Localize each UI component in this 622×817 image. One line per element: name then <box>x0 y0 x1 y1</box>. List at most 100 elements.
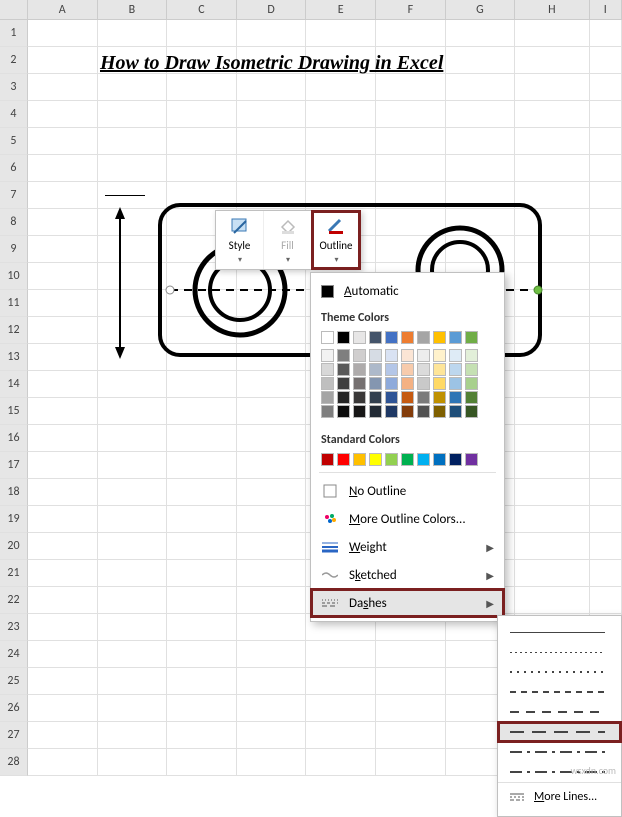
cell[interactable] <box>28 398 98 425</box>
cell[interactable] <box>167 425 237 452</box>
cell[interactable] <box>98 533 168 560</box>
col-header-f[interactable]: F <box>376 0 446 19</box>
color-swatch[interactable] <box>465 377 478 390</box>
color-swatch[interactable] <box>353 377 366 390</box>
row-header[interactable]: 5 <box>0 128 28 155</box>
color-swatch[interactable] <box>401 363 414 376</box>
color-swatch[interactable] <box>353 405 366 418</box>
row-header[interactable]: 23 <box>0 614 28 641</box>
cell[interactable] <box>98 425 168 452</box>
color-swatch[interactable] <box>465 453 478 466</box>
fill-button[interactable]: Fill▾ <box>264 211 312 269</box>
col-header-b[interactable]: B <box>98 0 168 19</box>
cell[interactable] <box>446 47 516 74</box>
cell[interactable] <box>98 74 168 101</box>
cell[interactable] <box>28 614 98 641</box>
cell[interactable] <box>28 344 98 371</box>
cell[interactable] <box>98 695 168 722</box>
dash-square-dot[interactable] <box>498 662 621 682</box>
cell[interactable] <box>98 506 168 533</box>
cell[interactable] <box>98 479 168 506</box>
col-header-e[interactable]: E <box>306 0 376 19</box>
cell[interactable] <box>167 614 237 641</box>
cell[interactable] <box>98 371 168 398</box>
row-header[interactable]: 27 <box>0 722 28 749</box>
cell[interactable] <box>167 101 237 128</box>
cell[interactable] <box>306 128 376 155</box>
cell[interactable] <box>590 20 622 47</box>
cell[interactable] <box>515 587 589 614</box>
cell[interactable] <box>446 128 516 155</box>
cell[interactable] <box>98 587 168 614</box>
dash-dash[interactable] <box>498 682 621 702</box>
color-swatch[interactable] <box>321 377 334 390</box>
cell[interactable] <box>237 398 307 425</box>
cell[interactable] <box>28 74 98 101</box>
cell[interactable] <box>376 668 446 695</box>
cell[interactable] <box>590 290 622 317</box>
cell[interactable] <box>590 452 622 479</box>
cell[interactable] <box>515 560 589 587</box>
color-swatch[interactable] <box>337 377 350 390</box>
col-header-h[interactable]: H <box>515 0 589 19</box>
color-swatch[interactable] <box>417 377 430 390</box>
cell[interactable] <box>446 20 516 47</box>
row-header[interactable]: 13 <box>0 344 28 371</box>
color-swatch[interactable] <box>385 453 398 466</box>
color-swatch[interactable] <box>385 363 398 376</box>
color-swatch[interactable] <box>465 391 478 404</box>
color-swatch[interactable] <box>449 377 462 390</box>
cell[interactable] <box>167 506 237 533</box>
row-header[interactable]: 15 <box>0 398 28 425</box>
cell[interactable] <box>237 155 307 182</box>
cell[interactable] <box>237 479 307 506</box>
dash-long-dash[interactable] <box>498 722 621 742</box>
cell[interactable] <box>237 533 307 560</box>
cell[interactable] <box>167 587 237 614</box>
cell[interactable] <box>237 425 307 452</box>
row-header[interactable]: 7 <box>0 182 28 209</box>
cell[interactable] <box>515 506 589 533</box>
color-swatch[interactable] <box>465 405 478 418</box>
cell[interactable] <box>167 695 237 722</box>
dash-long-dash-dot[interactable] <box>498 742 621 762</box>
cell[interactable] <box>98 668 168 695</box>
cell[interactable] <box>590 587 622 614</box>
row-header[interactable]: 25 <box>0 668 28 695</box>
cell[interactable] <box>98 641 168 668</box>
color-swatch[interactable] <box>353 331 366 344</box>
cell[interactable] <box>306 641 376 668</box>
cell[interactable] <box>28 155 98 182</box>
cell[interactable] <box>590 74 622 101</box>
color-swatch[interactable] <box>369 405 382 418</box>
color-swatch[interactable] <box>321 331 334 344</box>
row-header[interactable]: 10 <box>0 263 28 290</box>
cell[interactable] <box>515 398 589 425</box>
cell[interactable] <box>237 371 307 398</box>
color-swatch[interactable] <box>401 405 414 418</box>
sketched-item[interactable]: Sketched ▶ <box>311 561 504 589</box>
color-swatch[interactable] <box>321 349 334 362</box>
row-header[interactable]: 4 <box>0 101 28 128</box>
color-swatch[interactable] <box>385 331 398 344</box>
cell[interactable] <box>306 155 376 182</box>
cell[interactable] <box>167 749 237 776</box>
cell[interactable] <box>376 749 446 776</box>
row-header[interactable]: 17 <box>0 452 28 479</box>
dash-dash-dot[interactable] <box>498 702 621 722</box>
no-outline-item[interactable]: No Outline <box>311 477 504 505</box>
cell[interactable] <box>590 560 622 587</box>
cell[interactable] <box>515 155 589 182</box>
row-header[interactable]: 2 <box>0 47 28 74</box>
cell[interactable] <box>28 722 98 749</box>
cell[interactable] <box>376 155 446 182</box>
cell[interactable] <box>446 155 516 182</box>
color-swatch[interactable] <box>433 349 446 362</box>
cell[interactable] <box>515 101 589 128</box>
cell[interactable] <box>28 290 98 317</box>
color-swatch[interactable] <box>337 331 350 344</box>
color-swatch[interactable] <box>449 363 462 376</box>
color-swatch[interactable] <box>321 453 334 466</box>
cell[interactable] <box>28 20 98 47</box>
cell[interactable] <box>306 722 376 749</box>
